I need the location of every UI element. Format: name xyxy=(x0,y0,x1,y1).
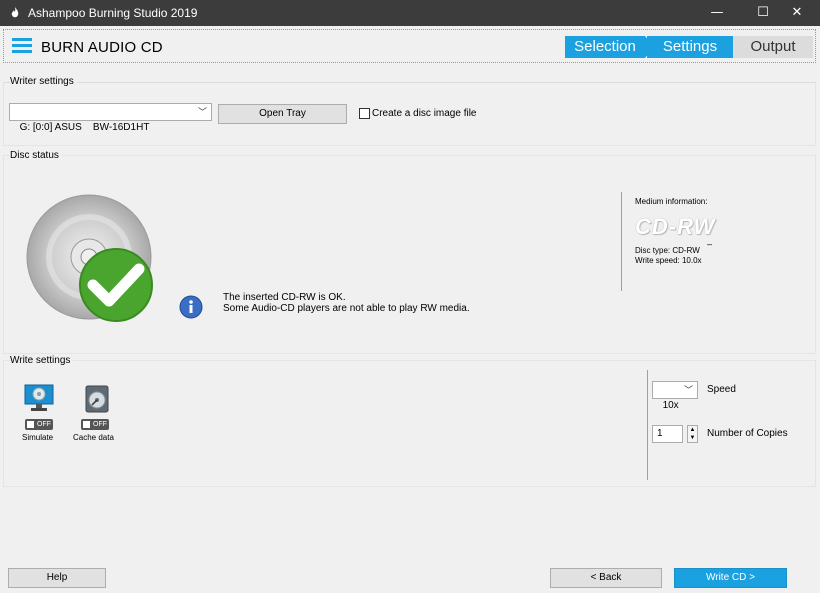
simulate-label: Simulate xyxy=(22,433,54,442)
window-title: Ashampoo Burning Studio 2019 xyxy=(28,6,198,20)
chevron-down-icon: ﹀ xyxy=(683,385,693,395)
help-button[interactable]: Help xyxy=(8,568,106,588)
step-settings[interactable]: Settings xyxy=(647,36,733,58)
simulate-monitor-icon xyxy=(24,384,54,411)
copies-label: Number of Copies xyxy=(707,428,788,439)
speed-select[interactable]: 10x ﹀ xyxy=(652,381,698,411)
spin-down-icon[interactable]: ▼ xyxy=(688,434,697,442)
menu-icon[interactable] xyxy=(12,38,32,54)
app-flame-icon xyxy=(11,7,19,18)
disc-type: Disc type: CD-RW xyxy=(635,246,700,255)
simulate-toggle[interactable]: OFF xyxy=(25,419,53,430)
write-settings-label: Write settings xyxy=(10,355,74,366)
open-tray-button[interactable]: Open Tray xyxy=(218,104,347,124)
speed-value: 10x xyxy=(662,400,679,411)
medium-dash: – xyxy=(707,239,713,249)
page-title: BURN AUDIO CD xyxy=(41,39,163,56)
write-settings-divider xyxy=(647,370,648,480)
minimize-button[interactable]: — xyxy=(694,0,740,26)
cd-rw-logo: CD-RW xyxy=(635,214,716,239)
page-header: BURN AUDIO CD Selection Settings Output xyxy=(3,29,816,63)
disc-ok-icon xyxy=(26,194,153,322)
step-output[interactable]: Output xyxy=(733,36,813,58)
status-line-2: Some Audio-CD players are not able to pl… xyxy=(223,303,470,314)
medium-info: Medium information: CD-RW – Disc type: C… xyxy=(635,197,805,265)
copies-input[interactable]: 1 xyxy=(652,425,683,443)
drive-select[interactable]: G: [0:0] ASUS BW-16D1HT ﹀ xyxy=(9,103,212,133)
drive-value: G: [0:0] ASUS BW-16D1HT xyxy=(19,122,150,133)
medium-info-label: Medium information: xyxy=(635,197,708,206)
info-icon xyxy=(179,295,203,319)
title-bar: Ashampoo Burning Studio 2019 — ☐ ✕ xyxy=(0,0,820,26)
disc-status-label: Disc status xyxy=(10,150,62,161)
cache-data-label: Cache data xyxy=(73,433,114,442)
chevron-down-icon: ﹀ xyxy=(197,107,207,117)
cache-data-toggle[interactable]: OFF xyxy=(81,419,109,430)
disc-image-label: Create a disc image file xyxy=(372,108,477,119)
disc-status-divider xyxy=(621,192,622,291)
disc-image-checkbox[interactable] xyxy=(359,108,370,119)
spin-up-icon[interactable]: ▲ xyxy=(688,426,697,434)
copies-stepper[interactable]: ▲ ▼ xyxy=(687,425,698,443)
write-speed: Write speed: 10.0x xyxy=(635,256,702,265)
write-settings-panel xyxy=(3,360,816,487)
step-selection[interactable]: Selection xyxy=(565,36,645,58)
writer-settings-label: Writer settings xyxy=(10,76,77,87)
close-button[interactable]: ✕ xyxy=(774,0,820,26)
back-button[interactable]: < Back xyxy=(550,568,662,588)
speed-label: Speed xyxy=(707,384,736,395)
cache-data-icon xyxy=(85,385,109,413)
write-cd-button[interactable]: Write CD > xyxy=(674,568,787,588)
disc-status-message: The inserted CD-RW is OK. Some Audio-CD … xyxy=(223,292,470,314)
status-line-1: The inserted CD-RW is OK. xyxy=(223,292,346,303)
